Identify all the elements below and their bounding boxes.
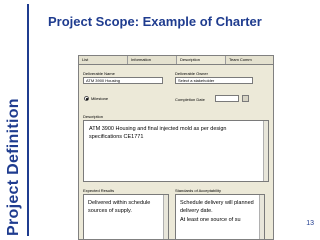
- standards-label: Standards of Acceptability: [175, 188, 222, 193]
- description-label: Description: [83, 114, 104, 119]
- section-title: Project Definition: [5, 98, 22, 236]
- completion-date-field[interactable]: [215, 95, 239, 102]
- milestone-label: Milestone: [91, 96, 109, 101]
- tab-list[interactable]: List: [79, 56, 128, 64]
- calendar-button[interactable]: [242, 95, 249, 102]
- tab-information[interactable]: Information: [128, 56, 177, 64]
- standards-scrollbar[interactable]: [259, 195, 264, 239]
- expected-results-text: Delivered within schedule sources of sup…: [88, 200, 151, 214]
- tab-team-comm[interactable]: Team Comm: [226, 56, 273, 64]
- standards-textarea[interactable]: Schedule delivery will planned delivery …: [175, 194, 265, 239]
- milestone-radio[interactable]: [84, 96, 89, 101]
- deliverable-owner-label: Deliverable Owner: [175, 71, 208, 76]
- standards-text-1: Schedule delivery will planned delivery …: [180, 200, 254, 214]
- expected-results-textarea[interactable]: Delivered within schedule sources of sup…: [83, 194, 169, 239]
- description-text: ATM 3900 Housing and final injected mold…: [89, 126, 227, 140]
- page-number: 13: [306, 220, 314, 227]
- deliverable-owner-select[interactable]: Select a stakeholder: [175, 77, 253, 84]
- description-textarea[interactable]: ATM 3900 Housing and final injected mold…: [83, 120, 269, 182]
- side-banner: Project Definition: [0, 0, 30, 240]
- expected-results-label: Expected Results: [83, 188, 115, 193]
- slide-title: Project Scope: Example of Charter: [48, 14, 262, 29]
- side-divider: [27, 4, 29, 236]
- expected-results-scrollbar[interactable]: [163, 195, 168, 239]
- charter-form-panel: List Information Description Team Comm D…: [78, 55, 274, 240]
- deliverable-name-label: Deliverable Name: [83, 71, 115, 76]
- tab-bar: List Information Description Team Comm: [79, 56, 273, 65]
- description-scrollbar[interactable]: [263, 121, 268, 181]
- completion-date-label: Completion Date: [175, 97, 205, 102]
- tab-description[interactable]: Description: [177, 56, 226, 64]
- deliverable-name-field[interactable]: ATM 3900 Housing: [83, 77, 163, 84]
- standards-text-2: At least one source of su: [180, 217, 241, 223]
